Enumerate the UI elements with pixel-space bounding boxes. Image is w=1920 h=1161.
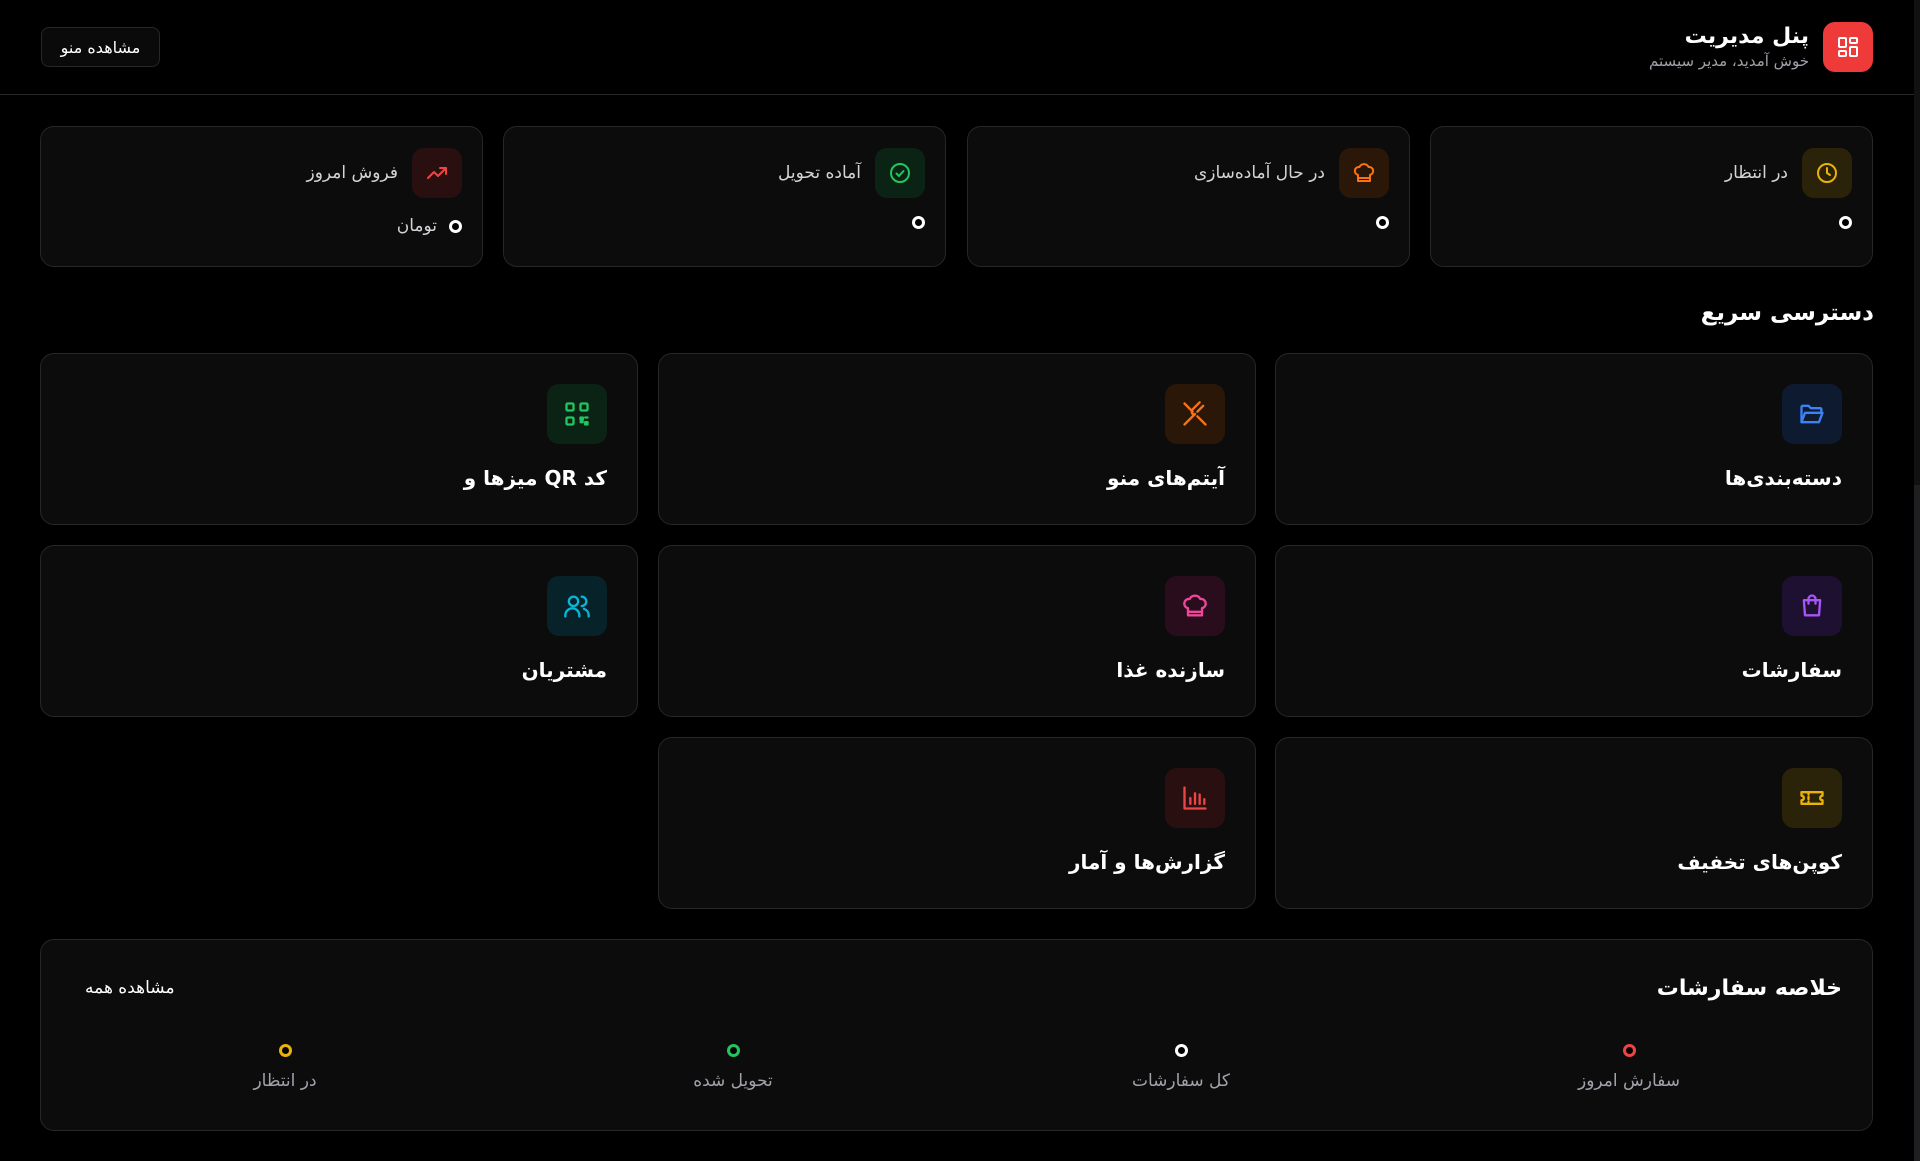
utensils-icon [1165,384,1225,444]
stat-value [906,216,925,229]
quick-card-label: میزها و QR کد [463,466,607,490]
summary-item-label: در انتظار [253,1071,317,1091]
stat-card-ready: آماده تحویل [503,126,946,267]
quick-access-title: دسترسی سریع [1700,300,1874,326]
quick-card-food-builder[interactable]: سازنده غذا [658,545,1256,717]
page-scrollbar[interactable] [1914,0,1920,1161]
view-menu-button[interactable]: مشاهده منو [41,27,160,67]
status-dot-icon [1174,1044,1188,1057]
quick-card-label: مشتریان [521,658,607,682]
value-dot-icon [449,219,462,233]
quick-card-label: دسته‌بندی‌ها [1724,466,1842,490]
stat-label: در حال آماده‌سازی [1193,163,1325,183]
chef-hat-icon [1165,576,1225,636]
stat-card-today-sales: فروش امروز تومان [40,126,483,267]
brand: پنل مدیریت خوش آمدید، مدیر سیستم [1649,22,1873,72]
bar-chart-icon [1165,768,1225,828]
chef-hat-icon [1339,148,1389,198]
summary-item-label: تحویل شده [693,1071,773,1091]
quick-card-customers[interactable]: مشتریان [40,545,638,717]
quick-card-label: آیتم‌های منو [1107,466,1225,490]
value-dot-icon [1839,216,1852,229]
quick-card-reports[interactable]: گزارش‌ها و آمار [658,737,1256,909]
page-title: پنل مدیریت [1684,24,1809,49]
summary-item-delivered: تحویل شده [633,1044,833,1091]
quick-card-coupons[interactable]: کوپن‌های تخفیف [1275,737,1873,909]
stat-value [1833,216,1852,229]
quick-card-label: سازنده غذا [1116,658,1225,682]
quick-card-tables-qr[interactable]: میزها و QR کد [40,353,638,525]
dashboard-grid-icon [1823,22,1873,72]
top-header: پنل مدیریت خوش آمدید، مدیر سیستم مشاهده … [0,0,1914,95]
quick-card-label: گزارش‌ها و آمار [1068,850,1225,874]
stat-value [1370,216,1389,229]
status-dot-icon [726,1044,740,1057]
check-circle-icon [875,148,925,198]
summary-title: خلاصه سفارشات [1656,976,1842,1001]
summary-item-label: سفارش امروز [1577,1071,1681,1091]
summary-item-total-orders: کل سفارشات [1081,1044,1281,1091]
status-dot-icon [1622,1044,1636,1057]
quick-card-menu-items[interactable]: آیتم‌های منو [658,353,1256,525]
summary-item-pending: در انتظار [185,1044,385,1091]
stat-card-pending: در انتظار [1430,126,1873,267]
users-icon [547,576,607,636]
folder-icon [1782,384,1842,444]
stat-label: فروش امروز [306,163,399,183]
quick-card-categories[interactable]: دسته‌بندی‌ها [1275,353,1873,525]
stat-label: در انتظار [1724,163,1788,183]
scrollbar-thumb[interactable] [1914,485,1920,1161]
clock-icon [1802,148,1852,198]
value-dot-icon [1376,216,1389,229]
quick-card-label: سفارشات [1741,658,1842,682]
welcome-subtitle: خوش آمدید، مدیر سیستم [1649,52,1809,70]
status-dot-icon [278,1044,292,1057]
qr-code-icon [547,384,607,444]
quick-card-label: کوپن‌های تخفیف [1677,850,1842,874]
summary-item-label: کل سفارشات [1131,1071,1231,1091]
quick-card-orders[interactable]: سفارشات [1275,545,1873,717]
summary-item-today-orders: سفارش امروز [1529,1044,1729,1091]
stat-label: آماده تحویل [778,163,861,183]
shopping-bag-icon [1782,576,1842,636]
orders-summary-panel: خلاصه سفارشات مشاهده همه سفارش امروز کل … [40,939,1873,1131]
trending-up-icon [412,148,462,198]
stat-value: تومان [397,216,462,236]
ticket-icon [1782,768,1842,828]
value-dot-icon [912,216,925,229]
stat-card-preparing: در حال آماده‌سازی [967,126,1410,267]
view-all-link[interactable]: مشاهده همه [85,978,175,998]
currency-unit: تومان [396,216,437,236]
